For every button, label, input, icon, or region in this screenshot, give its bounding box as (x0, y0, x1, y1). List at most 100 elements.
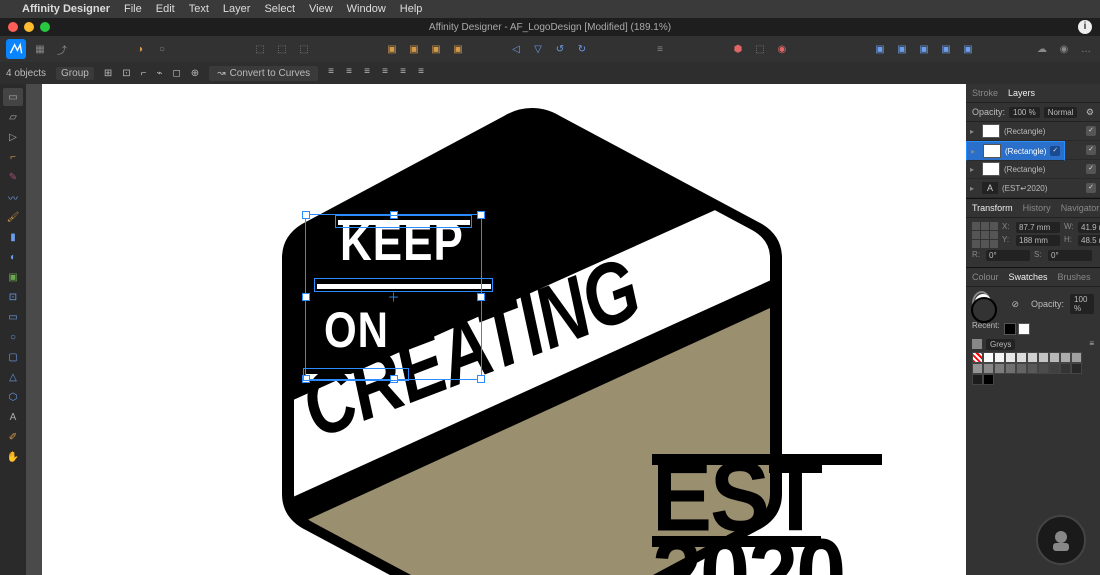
selection-type[interactable]: Group (56, 67, 94, 80)
blend-mode-select[interactable]: Normal (1044, 107, 1078, 118)
tab-brushes[interactable]: Brushes (1058, 272, 1091, 282)
menubar[interactable]: Affinity Designer File Edit Text Layer S… (0, 0, 1100, 18)
tab-swatches[interactable]: Swatches (1009, 272, 1048, 282)
text-keep[interactable]: KEEP (340, 213, 464, 273)
align-top-icon[interactable]: ≡ (382, 66, 396, 80)
tab-layers[interactable]: Layers (1008, 88, 1035, 98)
app-logo-icon[interactable] (6, 39, 26, 59)
node-tool-icon[interactable]: ▷ (3, 128, 23, 146)
move-tool-icon[interactable]: ▭ (3, 88, 23, 106)
fill-stroke-selector[interactable] (972, 291, 991, 317)
anchor-widget[interactable] (972, 222, 998, 248)
tab-stroke[interactable]: Stroke (972, 88, 998, 98)
divide-op-icon[interactable]: ▣ (938, 41, 954, 57)
select-icon[interactable]: ⬚ (252, 41, 268, 57)
visibility-checkbox[interactable]: ✓ (1086, 145, 1096, 155)
visibility-checkbox[interactable]: ✓ (1086, 183, 1096, 193)
menu-text[interactable]: Text (189, 3, 209, 15)
close-window-button[interactable] (8, 22, 18, 32)
subtract-op-icon[interactable]: ▣ (894, 41, 910, 57)
tab-colour[interactable]: Colour (972, 272, 999, 282)
tab-history[interactable]: History (1023, 203, 1051, 213)
tab-transform[interactable]: Transform (972, 203, 1013, 213)
text-year[interactable]: 2020 (652, 540, 966, 575)
transform-y[interactable]: 188 mm (1016, 235, 1060, 246)
artboard-tool-icon[interactable]: ▱ (3, 108, 23, 126)
layer-options-icon[interactable]: ⚙ (1086, 107, 1094, 118)
align-left-icon[interactable]: ≡ (328, 66, 342, 80)
layer-item[interactable]: ▸(Rectangle)✓ (966, 122, 1100, 141)
order-back-icon[interactable]: ▣ (384, 41, 400, 57)
app-menu[interactable]: Affinity Designer (22, 3, 110, 15)
flip-vertical-icon[interactable]: ▽ (530, 41, 546, 57)
transform-h[interactable]: 48.5 mm (1078, 235, 1100, 246)
recent-swatches[interactable] (1004, 323, 1030, 335)
visibility-checkbox[interactable]: ✓ (1086, 126, 1096, 136)
transform-w[interactable]: 41.9 mm (1078, 222, 1100, 233)
pen-tool-icon[interactable]: ✎ (3, 168, 23, 186)
menu-layer[interactable]: Layer (223, 3, 251, 15)
combine-op-icon[interactable]: ▣ (960, 41, 976, 57)
tab-navigator[interactable]: Navigator (1061, 203, 1100, 213)
order-front-icon[interactable]: ▣ (450, 41, 466, 57)
swatches-opacity[interactable]: 100 % (1070, 294, 1094, 314)
persona-pixel-icon[interactable]: ▦ (32, 41, 48, 57)
layer-item[interactable]: ▸(Rectangle)✓ (966, 160, 1100, 179)
transform-s[interactable]: 0° (1048, 250, 1092, 261)
shape-rect-tool-icon[interactable]: ▭ (3, 308, 23, 326)
cloud-icon[interactable]: ☁ (1034, 41, 1050, 57)
color-picker-tool-icon[interactable]: ✐ (3, 428, 23, 446)
persona-export-icon[interactable]: ⤴ (54, 41, 70, 57)
menu-help[interactable]: Help (400, 3, 423, 15)
order-backward-icon[interactable]: ▣ (406, 41, 422, 57)
layers-list[interactable]: ▸(Rectangle)✓ ▸(Rectangle)✓ ▸(Rectangle)… (966, 122, 1100, 198)
align-center-icon[interactable]: ≡ (346, 66, 360, 80)
lock-toggle-icon[interactable]: ⬚ (752, 41, 768, 57)
canvas[interactable]: KEEP ON CREATING EST 2020 ＋ (26, 84, 966, 575)
add-op-icon[interactable]: ▣ (872, 41, 888, 57)
order-forward-icon[interactable]: ▣ (428, 41, 444, 57)
maximize-window-button[interactable] (40, 22, 50, 32)
align-toggle-icon[interactable]: ≡ (652, 41, 668, 57)
enable-transform-icon[interactable]: ◻ (172, 68, 180, 79)
align-right-icon[interactable]: ≡ (364, 66, 378, 80)
rotate-cw-icon[interactable]: ↻ (574, 41, 590, 57)
swatch-grid[interactable] (972, 352, 1092, 385)
menu-view[interactable]: View (309, 3, 333, 15)
menu-file[interactable]: File (124, 3, 142, 15)
palette-options-icon[interactable]: ≡ (1089, 339, 1094, 350)
brush-tool-icon[interactable]: 🖌 (3, 208, 23, 226)
synchronize-defaults-icon[interactable]: ◑ (132, 41, 148, 57)
crop-tool-icon[interactable]: ⊡ (3, 288, 23, 306)
artistic-text-tool-icon[interactable]: A (3, 408, 23, 426)
menu-window[interactable]: Window (347, 3, 386, 15)
flip-horizontal-icon[interactable]: ◁ (508, 41, 524, 57)
palette-select[interactable]: Greys (986, 339, 1015, 350)
layer-opacity-value[interactable]: 100 % (1009, 107, 1040, 118)
convert-to-curves-button[interactable]: ↝Convert to Curves (209, 66, 318, 81)
none-swatch-icon[interactable]: ⊘ (1011, 299, 1019, 310)
shape-rounded-tool-icon[interactable]: ▢ (3, 348, 23, 366)
corner-widget-icon[interactable]: ⌐ (141, 68, 147, 79)
place-image-tool-icon[interactable]: ▣ (3, 268, 23, 286)
layer-item[interactable]: ▸A(EST↵2020)✓ (966, 179, 1100, 198)
minimize-window-button[interactable] (24, 22, 34, 32)
more-icon[interactable]: … (1078, 41, 1094, 57)
menu-edit[interactable]: Edit (156, 3, 175, 15)
select-add-icon[interactable]: ⬚ (274, 41, 290, 57)
shape-triangle-tool-icon[interactable]: △ (3, 368, 23, 386)
snap-toggle-icon[interactable]: ⬢ (730, 41, 746, 57)
revert-defaults-icon[interactable]: ○ (154, 41, 170, 57)
align-middle-icon[interactable]: ≡ (400, 66, 414, 80)
shape-ellipse-tool-icon[interactable]: ○ (3, 328, 23, 346)
intersect-op-icon[interactable]: ▣ (916, 41, 932, 57)
shape-hex-tool-icon[interactable]: ⬡ (3, 388, 23, 406)
curve-widget-icon[interactable]: ⌁ (156, 68, 162, 79)
layer-item[interactable]: ▸(Rectangle)✓ (966, 141, 1100, 160)
anchor-widget-icon[interactable]: ⊞ (104, 68, 112, 79)
transform-r[interactable]: 0° (986, 250, 1030, 261)
transform-x[interactable]: 87.7 mm (1016, 222, 1060, 233)
snap-options-icon[interactable]: ◉ (774, 41, 790, 57)
fill-tool-icon[interactable]: ▮ (3, 228, 23, 246)
account-icon[interactable]: ◉ (1056, 41, 1072, 57)
